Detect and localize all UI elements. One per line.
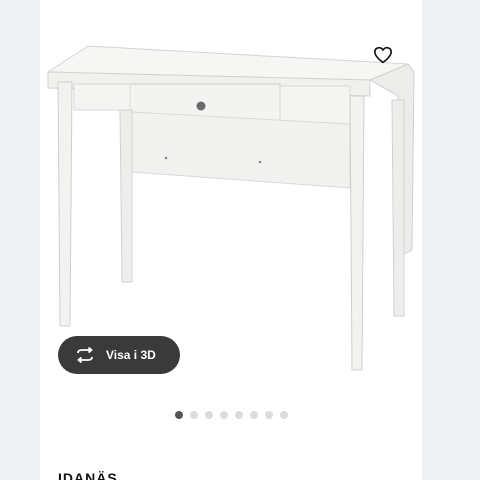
- view-3d-button[interactable]: Visa i 3D: [58, 336, 180, 374]
- carousel-dot[interactable]: [234, 411, 243, 419]
- carousel-dot[interactable]: [249, 411, 258, 419]
- carousel-dot[interactable]: [189, 411, 198, 419]
- right-margin: [422, 0, 480, 480]
- carousel-dots: [40, 411, 422, 421]
- carousel-dot[interactable]: [279, 411, 288, 419]
- favorite-button[interactable]: [370, 42, 396, 68]
- product-page: Visa i 3D IDANÄS: [40, 0, 422, 480]
- carousel-dot[interactable]: [264, 411, 273, 419]
- carousel-dot[interactable]: [204, 411, 213, 419]
- carousel-dot[interactable]: [174, 411, 183, 419]
- left-margin: [0, 0, 40, 480]
- product-name: IDANÄS: [58, 470, 118, 480]
- carousel-dot[interactable]: [219, 411, 228, 419]
- rotate-3d-icon: [74, 347, 96, 363]
- heart-icon: [374, 46, 392, 64]
- view-3d-label: Visa i 3D: [106, 348, 156, 362]
